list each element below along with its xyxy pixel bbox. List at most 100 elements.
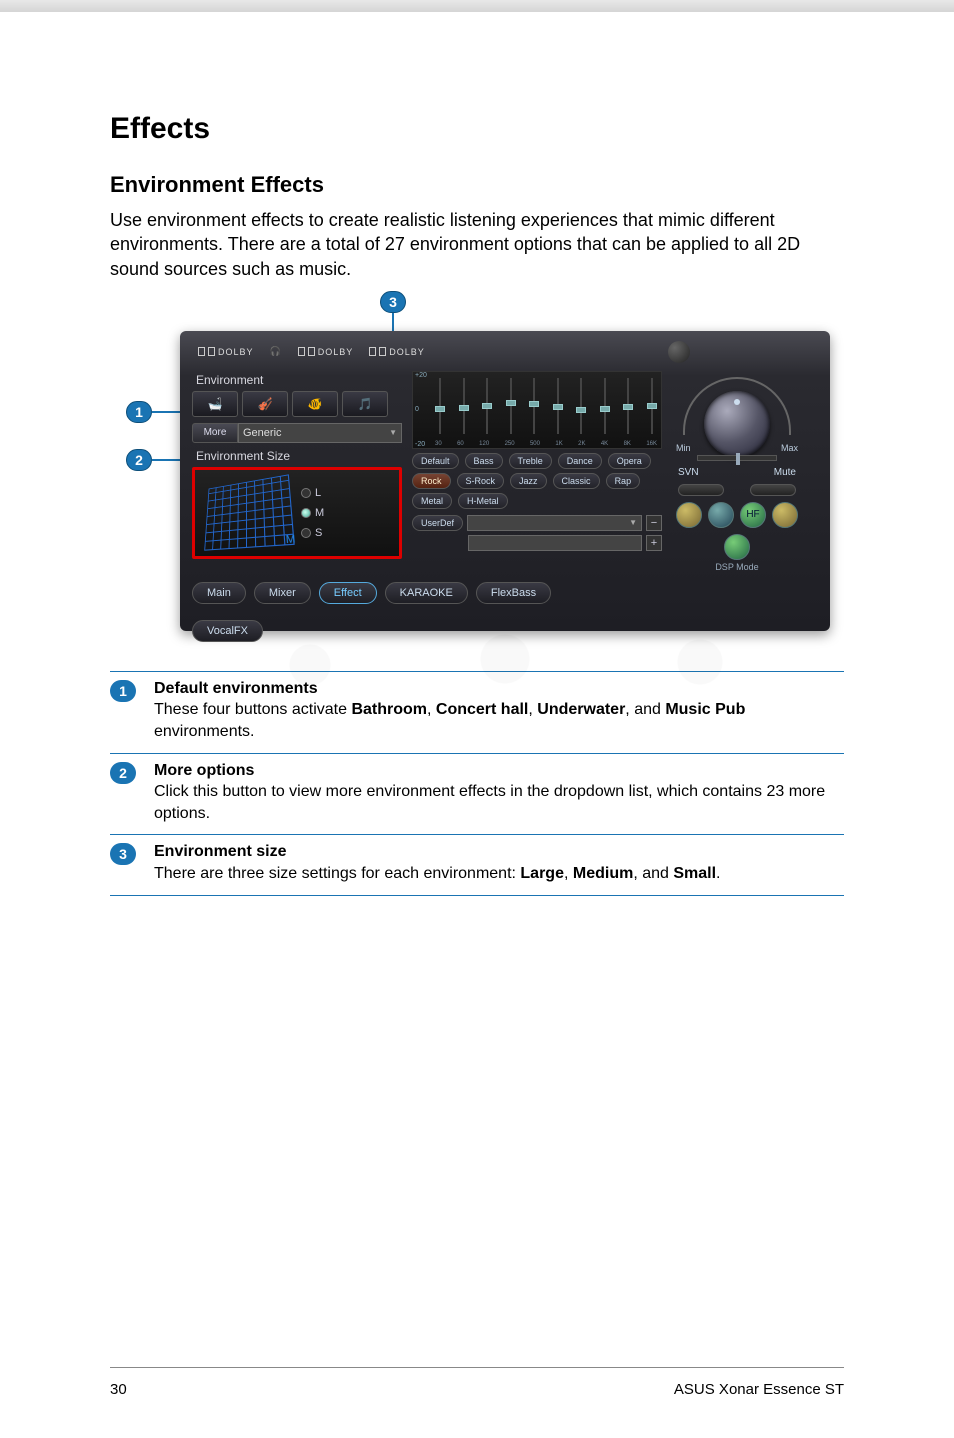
environment-dropdown[interactable]: Generic [238,423,402,443]
browser-chrome-strip [0,0,954,12]
callout-badge-1: 1 [126,401,152,423]
svn-toggle[interactable] [678,484,724,496]
environment-size-label: Environment Size [196,449,402,463]
svn-label: SVN [678,467,699,478]
eq-band-16K[interactable] [647,378,657,434]
preset-s-rock[interactable]: S-Rock [457,473,505,489]
preset-treble[interactable]: Treble [509,453,552,469]
legend-text-2: Click this button to view more environme… [154,781,844,824]
tab-vocalfx[interactable]: VocalFX [192,620,263,642]
userdef-minus-button[interactable]: − [646,515,662,531]
legend-text-3: There are three size settings for each e… [154,863,844,885]
legend-table: 1 Default environments These four button… [110,671,844,896]
legend-title-2: More options [154,760,844,782]
legend-badge-3: 3 [110,843,136,865]
eq-band-250[interactable] [506,378,516,434]
volume-panel: Min L R Max SVN Mute [672,371,802,572]
max-label: Max [781,443,798,453]
eq-band-1K[interactable] [553,378,563,434]
preset-bass[interactable]: Bass [465,453,503,469]
eq-band-8K[interactable] [623,378,633,434]
legend-title-3: Environment size [154,841,844,863]
dsp-mode-4-icon[interactable] [772,502,798,528]
preset-default[interactable]: Default [412,453,459,469]
tab-karaoke[interactable]: KARAOKE [385,582,468,604]
userdef-plus-button[interactable]: + [646,535,662,551]
eq-band-500[interactable] [529,378,539,434]
dolby-logo-1: DOLBY [198,347,254,357]
userdef-dropdown[interactable] [467,515,642,531]
size-m-label: M [315,507,324,519]
env-music-pub-button[interactable]: 🎵 [342,391,388,417]
tab-main[interactable]: Main [192,582,246,604]
preset-h-metal[interactable]: H-Metal [458,493,508,509]
size-large-radio[interactable]: L [301,487,324,499]
legend-text-1: These four buttons activate Bathroom, Co… [154,699,844,742]
preset-rock[interactable]: Rock [412,473,451,489]
eq-band-30[interactable] [435,378,445,434]
document-page: Effects Environment Effects Use environm… [0,12,954,1438]
min-label: Min [676,443,691,453]
dolby-logo-row: DOLBY 🎧 DOLBY DOLBY [192,341,818,363]
dolby-logo-2: DOLBY [298,347,354,357]
brand-orb-icon [668,341,690,363]
eq-band-120[interactable] [482,378,492,434]
footer-rule [110,1367,844,1368]
preset-opera[interactable]: Opera [608,453,651,469]
preset-metal[interactable]: Metal [412,493,452,509]
page-number: 30 [110,1381,127,1398]
eq-y-axis: +200-20 [415,372,427,448]
tab-flexbass[interactable]: FlexBass [476,582,551,604]
dsp-mode-2-icon[interactable] [708,502,734,528]
legend-row-1: 1 Default environments These four button… [110,672,844,754]
preset-dance[interactable]: Dance [558,453,602,469]
legend-badge-2: 2 [110,762,136,784]
env-concert-hall-button[interactable]: 🎻 [242,391,288,417]
dsp-mode-label: DSP Mode [715,562,758,572]
mute-toggle[interactable] [750,484,796,496]
balance-slider[interactable] [697,455,777,461]
size-medium-radio[interactable]: M [301,507,324,519]
product-name: ASUS Xonar Essence ST [674,1381,844,1398]
preset-rap[interactable]: Rap [606,473,641,489]
env-bathroom-button[interactable]: 🛁 [192,391,238,417]
environment-size-panel: M L M S [192,467,402,559]
dsp-mode-hf-icon[interactable]: HF [740,502,766,528]
legend-body-2: More options Click this button to view m… [154,760,844,825]
size-l-label: L [315,487,321,499]
headphone-icon: 🎧 [270,346,282,357]
volume-gauge [677,371,797,441]
eq-band-2K[interactable] [576,378,586,434]
tab-effect[interactable]: Effect [319,582,377,604]
dsp-mode-icons: HF [672,502,802,560]
userdef-button[interactable]: UserDef [412,515,463,531]
userdef-name-input[interactable] [468,535,642,551]
legend-body-3: Environment size There are three size se… [154,841,844,884]
legend-row-2: 2 More options Click this button to view… [110,754,844,836]
eq-band-4K[interactable] [600,378,610,434]
dolby-logo-3: DOLBY [369,347,425,357]
legend-title-1: Default environments [154,678,844,700]
heading-environment-effects: Environment Effects [110,172,844,198]
legend-body-1: Default environments These four buttons … [154,678,844,743]
equalizer-panel: +200-20 30601202505001K2K4K8K16K Default… [412,371,662,572]
dsp-mode-5-icon[interactable] [724,534,750,560]
tab-bar: Main Mixer Effect KARAOKE FlexBass VocalFX [192,582,818,642]
volume-knob[interactable] [704,391,770,457]
size-s-label: S [315,527,322,539]
eq-x-axis: 30601202505001K2K4K8K16K [435,441,657,447]
dsp-mode-1-icon[interactable] [676,502,702,528]
eq-preset-grid: Default Bass Treble Dance Opera Rock S-Rock Jaz… [412,453,662,509]
preset-classic[interactable]: Classic [553,473,600,489]
eq-graph: +200-20 30601202505001K2K4K8K16K [412,371,662,449]
env-underwater-button[interactable]: 🐠 [292,391,338,417]
intro-paragraph: Use environment effects to create realis… [110,208,844,281]
callout-badge-2: 2 [126,449,152,471]
legend-badge-1: 1 [110,680,136,702]
more-environments-button[interactable]: More [192,423,238,443]
eq-band-60[interactable] [459,378,469,434]
preset-jazz[interactable]: Jazz [510,473,547,489]
tab-mixer[interactable]: Mixer [254,582,311,604]
audio-center-window: DOLBY 🎧 DOLBY DOLBY Environment 🛁 🎻 🐠 🎵 [180,331,830,631]
size-small-radio[interactable]: S [301,527,324,539]
